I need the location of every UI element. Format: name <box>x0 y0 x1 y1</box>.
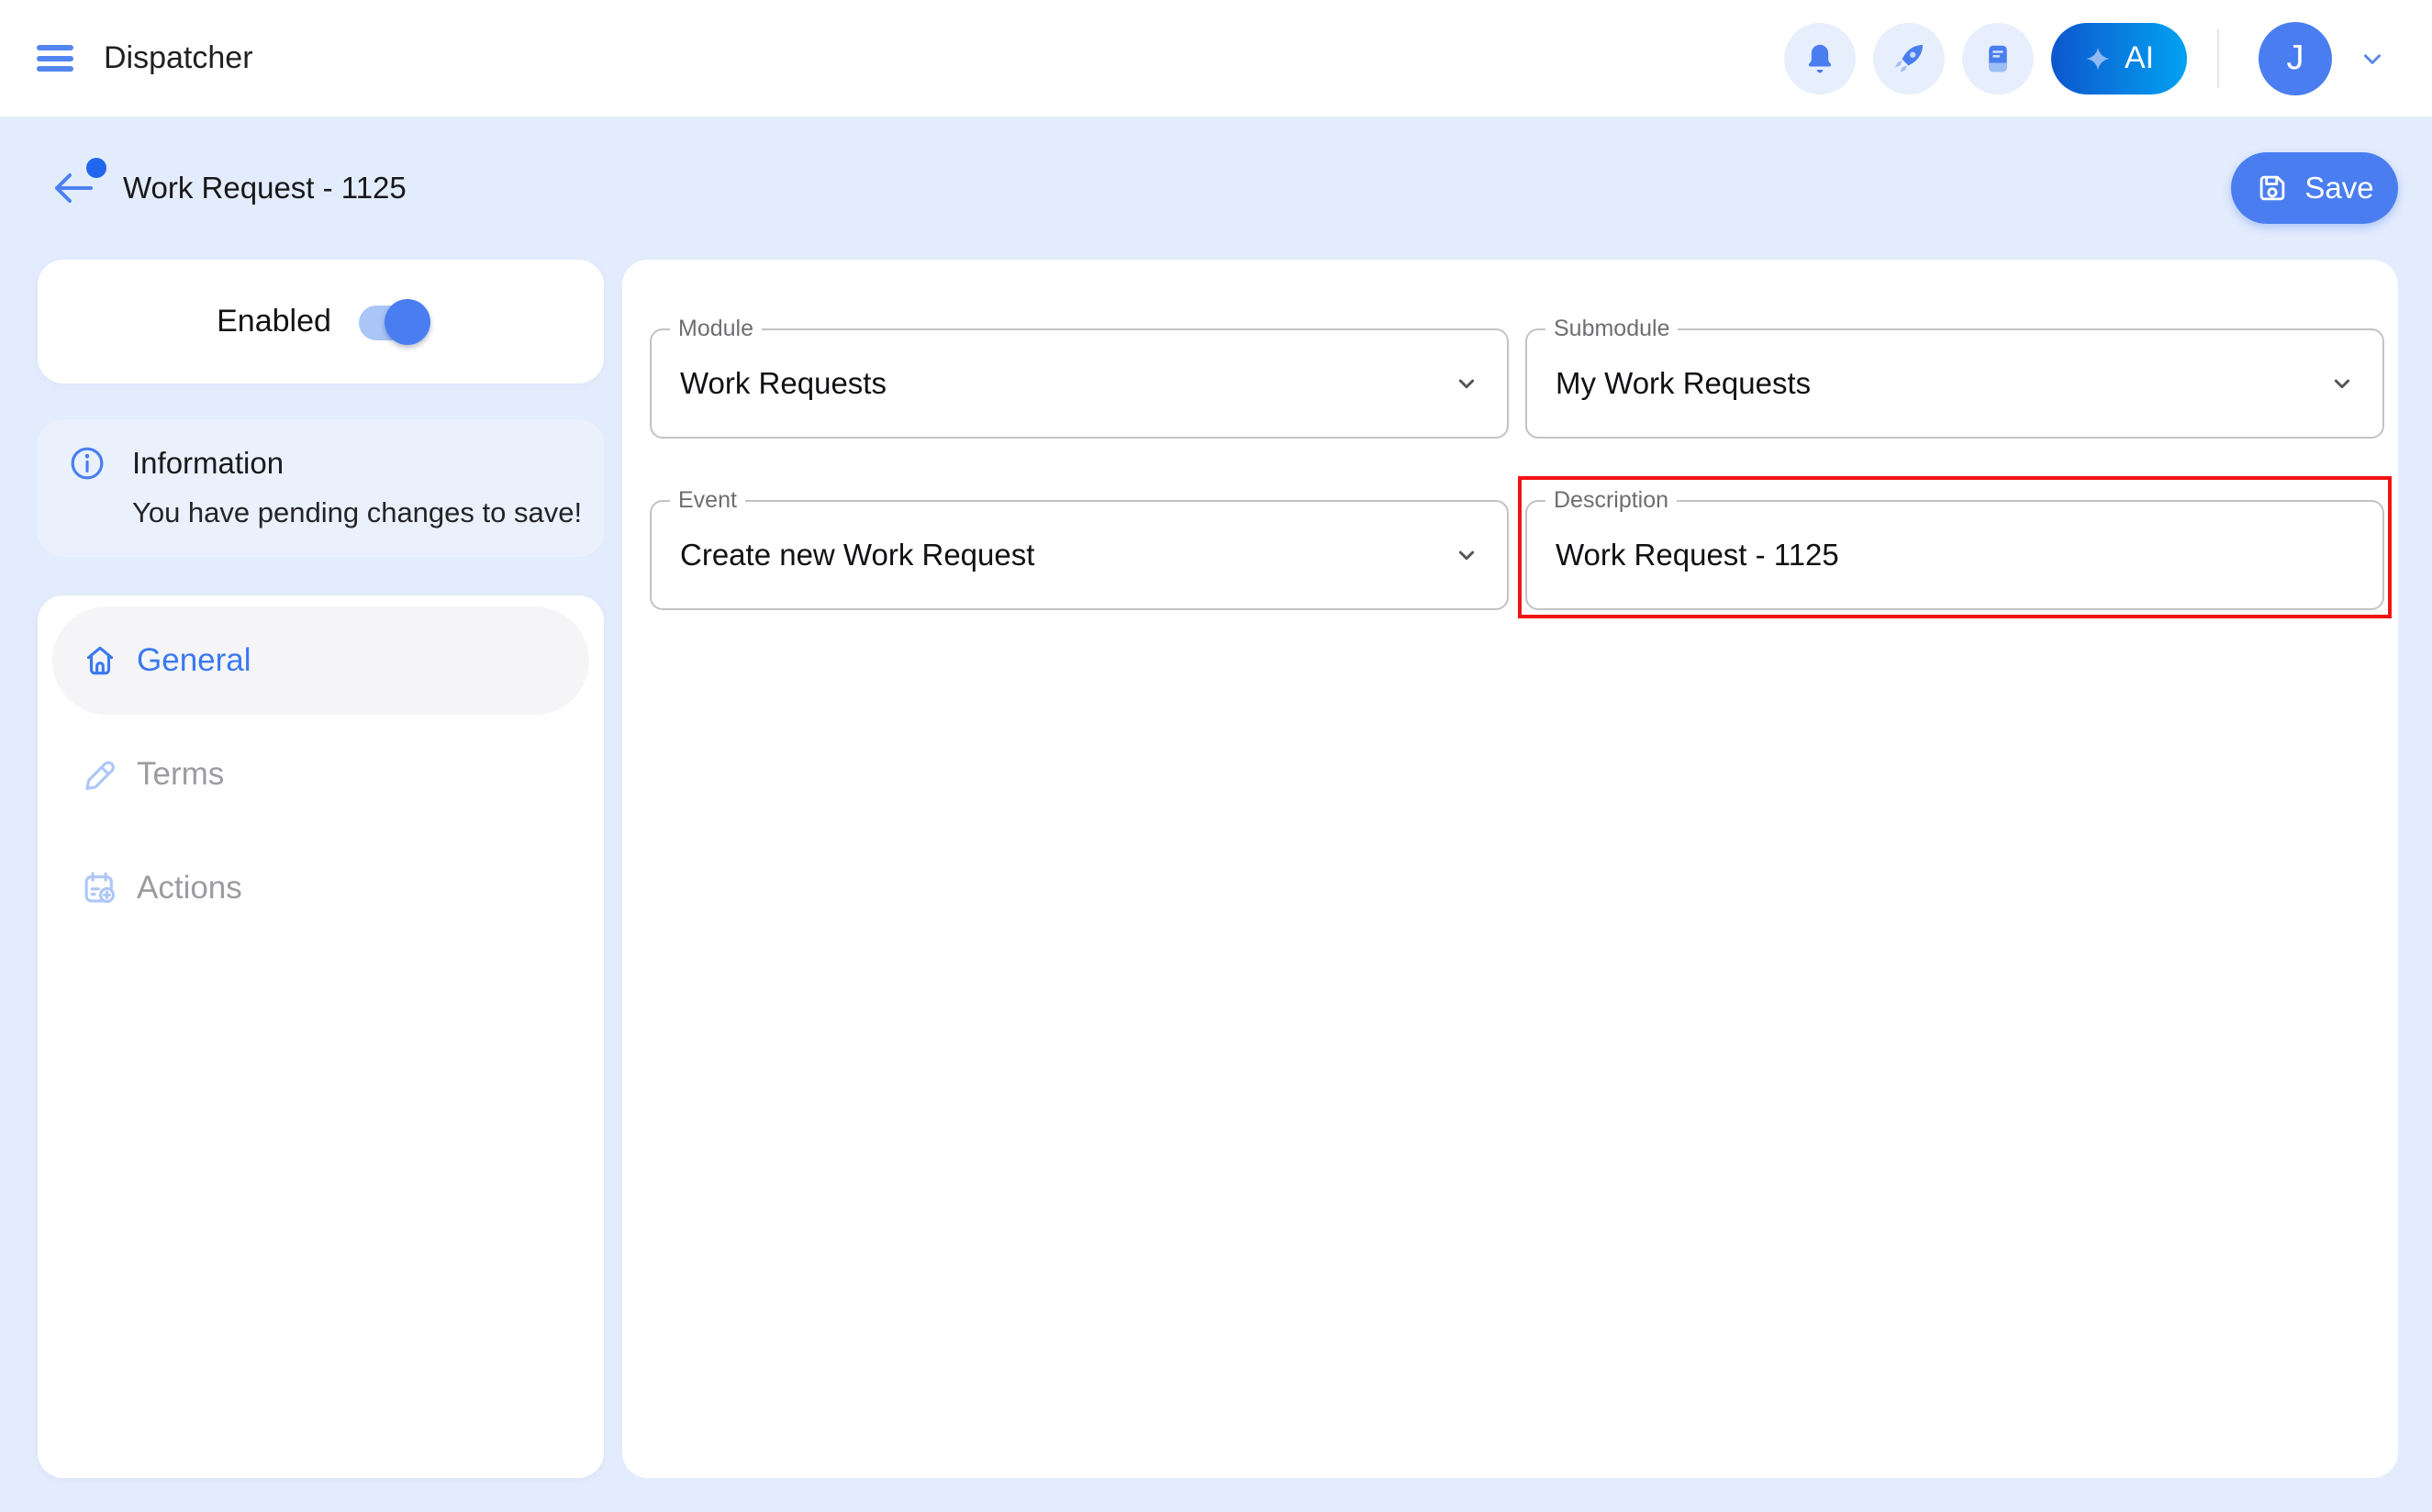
chevron-down-icon[interactable] <box>2359 45 2386 72</box>
enabled-toggle[interactable] <box>359 304 425 340</box>
event-field-label: Event <box>670 486 745 514</box>
save-button-label: Save <box>2304 171 2373 206</box>
notifications-button[interactable] <box>1784 23 1856 94</box>
hamburger-icon[interactable] <box>37 45 73 72</box>
sidebar-nav: General Terms Actions <box>38 595 604 1478</box>
sidebar-item-label: General <box>137 642 251 679</box>
notification-dot <box>86 158 106 178</box>
page-toolbar: Work Request - 1125 Save <box>0 117 2432 260</box>
launch-button[interactable] <box>1873 23 1945 94</box>
back-arrow-icon <box>52 170 95 206</box>
sidebar-item-label: Terms <box>137 756 224 793</box>
header-actions: AI J <box>1784 22 2386 95</box>
module-select[interactable]: Module Work Requests <box>650 328 1509 439</box>
event-field-cell: Event Create new Work Request <box>650 500 1509 610</box>
avatar-initial: J <box>2287 39 2304 78</box>
sidebar-item-terms[interactable]: Terms <box>52 720 589 828</box>
sidebar-item-general[interactable]: General <box>52 606 589 715</box>
info-card-header: Information <box>69 445 573 482</box>
submodule-field-cell: Submodule My Work Requests <box>1525 328 2384 439</box>
toggle-knob <box>385 299 430 345</box>
submodule-select[interactable]: Submodule My Work Requests <box>1525 328 2384 439</box>
back-button[interactable] <box>52 170 95 206</box>
chevron-down-icon <box>2327 369 2357 398</box>
info-title: Information <box>132 446 284 481</box>
page-title: Work Request - 1125 <box>123 171 407 206</box>
submodule-field-value: My Work Requests <box>1556 366 1811 401</box>
app-title: Dispatcher <box>104 40 253 76</box>
save-icon <box>2255 171 2290 206</box>
ai-button[interactable]: AI <box>2051 23 2187 94</box>
rocket-icon <box>1891 41 1926 76</box>
content-area: Enabled Information You have pending cha… <box>0 260 2432 1478</box>
home-icon <box>81 642 119 679</box>
module-field-label: Module <box>670 315 762 342</box>
info-message: You have pending changes to save! <box>132 496 573 529</box>
description-field[interactable]: Description <box>1525 500 2384 610</box>
calendar-plus-icon <box>81 869 119 907</box>
module-field-value: Work Requests <box>680 366 887 401</box>
description-input[interactable] <box>1556 502 2354 608</box>
module-field-cell: Module Work Requests <box>650 328 1509 439</box>
sparkle-icon <box>2084 45 2112 72</box>
description-field-cell: Description <box>1525 500 2384 610</box>
docs-icon <box>1981 42 2014 75</box>
app-header: Dispatcher AI J <box>0 0 2432 117</box>
chevron-down-icon <box>1452 540 1481 570</box>
docs-button[interactable] <box>1962 23 2034 94</box>
avatar[interactable]: J <box>2259 22 2332 95</box>
submodule-field-label: Submodule <box>1545 315 1678 342</box>
bell-icon <box>1802 41 1837 76</box>
sidebar-item-actions[interactable]: Actions <box>52 834 589 942</box>
save-button[interactable]: Save <box>2231 152 2398 224</box>
form-grid: Module Work Requests Submodule My Work R… <box>650 328 2384 610</box>
header-divider <box>2217 29 2219 88</box>
event-field-value: Create new Work Request <box>680 538 1034 573</box>
event-select[interactable]: Event Create new Work Request <box>650 500 1509 610</box>
sidebar-item-label: Actions <box>137 870 242 906</box>
pen-icon <box>81 756 119 793</box>
chevron-down-icon <box>1452 369 1481 398</box>
main-panel: Module Work Requests Submodule My Work R… <box>622 260 2398 1478</box>
info-icon <box>69 445 106 482</box>
ai-button-label: AI <box>2125 40 2154 76</box>
sidebar: Enabled Information You have pending cha… <box>38 260 604 1478</box>
info-card: Information You have pending changes to … <box>38 419 604 557</box>
enabled-label: Enabled <box>217 304 331 339</box>
enabled-card: Enabled <box>38 260 604 384</box>
